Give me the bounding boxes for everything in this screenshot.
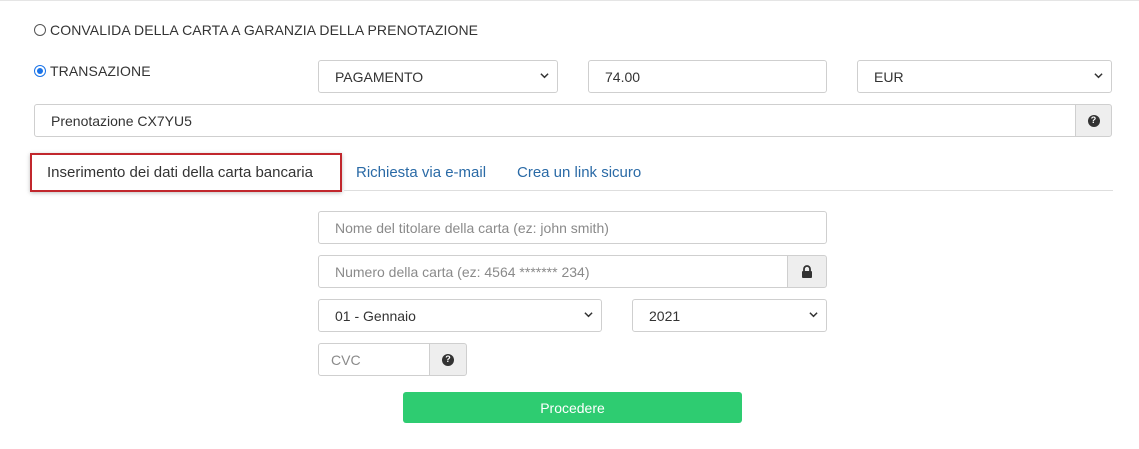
expiry-month-value: 01 - Gennaio: [335, 307, 416, 324]
lock-icon: [802, 265, 812, 278]
transaction-label: TRANSAZIONE: [50, 63, 151, 79]
chevron-down-icon: [1094, 73, 1103, 79]
chevron-down-icon: [809, 312, 818, 318]
reference-input[interactable]: Prenotazione CX7YU5: [34, 104, 1076, 137]
transaction-type-select[interactable]: PAGAMENTO: [318, 60, 558, 93]
currency-value: EUR: [874, 68, 904, 85]
transaction-type-value: PAGAMENTO: [335, 68, 424, 85]
validate-card-radio[interactable]: [34, 24, 46, 36]
transaction-radio[interactable]: [34, 65, 46, 77]
cardholder-name-input[interactable]: Nome del titolare della carta (ez: john …: [318, 211, 827, 244]
proceed-button-label: Procedere: [540, 399, 605, 416]
cvc-help-button[interactable]: ?: [429, 343, 467, 376]
card-number-placeholder: Numero della carta (ez: 4564 ******* 234…: [335, 263, 590, 280]
amount-value: 74.00: [605, 68, 641, 85]
reference-help-button[interactable]: ?: [1075, 104, 1112, 137]
proceed-button[interactable]: Procedere: [403, 392, 742, 423]
validate-card-option[interactable]: CONVALIDA DELLA CARTA A GARANZIA DELLA P…: [34, 22, 478, 38]
validate-card-label: CONVALIDA DELLA CARTA A GARANZIA DELLA P…: [50, 22, 479, 38]
expiry-month-select[interactable]: 01 - Gennaio: [318, 299, 602, 332]
cvc-placeholder: CVC: [331, 351, 361, 368]
amount-input[interactable]: 74.00: [588, 60, 827, 93]
expiry-year-value: 2021: [649, 307, 681, 324]
tab-card-entry-label: Inserimento dei dati della carta bancari…: [47, 164, 313, 181]
tab-divider: [344, 190, 1113, 191]
tab-card-entry[interactable]: Inserimento dei dati della carta bancari…: [30, 153, 342, 192]
card-number-input[interactable]: Numero della carta (ez: 4564 ******* 234…: [318, 255, 788, 288]
tab-email-request[interactable]: Richiesta via e-mail: [356, 164, 486, 181]
expiry-year-select[interactable]: 2021: [632, 299, 827, 332]
card-number-lock-addon: [787, 255, 827, 288]
reference-value: Prenotazione CX7YU5: [51, 112, 192, 129]
question-circle-icon: ?: [442, 353, 454, 366]
tab-secure-link[interactable]: Crea un link sicuro: [517, 164, 641, 181]
question-circle-icon: ?: [1087, 114, 1100, 127]
tab-secure-link-label: Crea un link sicuro: [517, 164, 642, 181]
chevron-down-icon: [540, 73, 549, 79]
currency-select[interactable]: EUR: [857, 60, 1112, 93]
chevron-down-icon: [584, 312, 593, 318]
transaction-option[interactable]: TRANSAZIONE: [34, 63, 151, 79]
cardholder-name-placeholder: Nome del titolare della carta (ez: john …: [335, 219, 609, 236]
tab-email-request-label: Richiesta via e-mail: [356, 164, 487, 181]
top-divider: [0, 0, 1139, 1]
cvc-input[interactable]: CVC: [318, 343, 430, 376]
